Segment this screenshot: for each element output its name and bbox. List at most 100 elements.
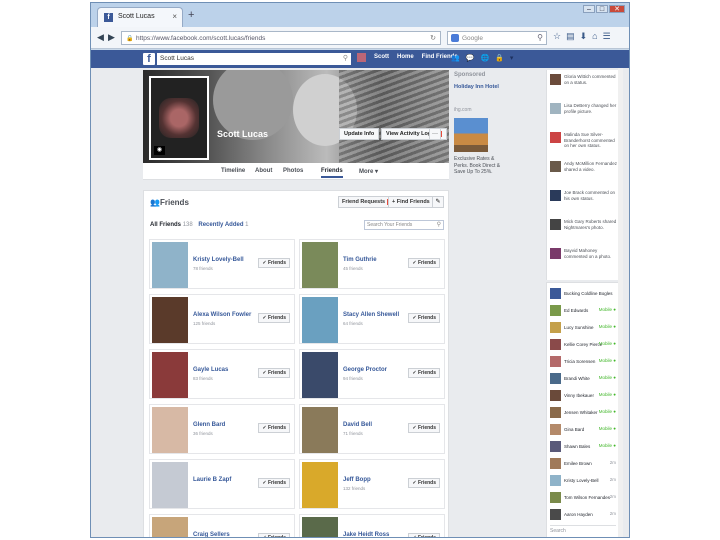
chat-contact[interactable]: Kristy Lovely-Bell 2m xyxy=(550,474,618,488)
chat-contact[interactable]: Tom Wilson Fernandes 2m xyxy=(550,491,618,505)
search-icon[interactable]: ⚲ xyxy=(437,221,441,228)
update-info-button[interactable]: Update Info xyxy=(339,128,380,140)
friends-status-button[interactable]: ✓ Friends xyxy=(408,478,440,488)
friend-name[interactable]: Gayle Lucas xyxy=(193,367,228,373)
friend-card[interactable]: Gayle Lucas 83 friends ✓ Friends xyxy=(149,349,295,399)
friend-card[interactable]: Kristy Lovely-Bell 78 friends ✓ Friends xyxy=(149,239,295,289)
tab-photos[interactable]: Photos xyxy=(283,168,303,174)
ticker-avatar[interactable] xyxy=(550,190,561,201)
find-friends-button[interactable]: + Find Friends xyxy=(388,196,434,208)
minimize-button[interactable]: – xyxy=(583,5,595,13)
friend-card[interactable]: Glenn Bard 36 friends ✓ Friends xyxy=(149,404,295,454)
ticker-item[interactable]: Malinda Sue Silver-Branderhorst commente… xyxy=(550,132,618,152)
friend-name[interactable]: David Bell xyxy=(343,422,372,428)
ad-url[interactable]: ihg.com xyxy=(454,107,472,113)
friend-photo[interactable] xyxy=(152,407,188,453)
forward-button[interactable]: ▶ xyxy=(108,32,115,43)
camera-icon[interactable]: ◉ xyxy=(154,146,165,155)
facebook-logo-icon[interactable]: f xyxy=(143,53,155,65)
tab-timeline[interactable]: Timeline xyxy=(221,168,245,174)
chat-contact[interactable]: Lucy Sunshine Mobile ● xyxy=(550,321,618,335)
nav-profile[interactable]: Scott xyxy=(374,54,389,62)
edit-icon[interactable]: ✎ xyxy=(432,196,444,208)
chat-contact[interactable]: Shawn Bales Mobile ● xyxy=(550,440,618,454)
friend-name[interactable]: Craig Sellers xyxy=(193,532,230,537)
url-bar[interactable]: 🔒 https://www.facebook.com/scott.lucas/f… xyxy=(121,31,441,45)
more-options-button[interactable]: ··· xyxy=(429,128,441,140)
browser-tab[interactable]: f Scott Lucas × xyxy=(97,7,183,27)
ticker-avatar[interactable] xyxy=(550,248,561,259)
filter-recently-added[interactable]: Recently Added 1 xyxy=(198,222,248,228)
tab-friends[interactable]: Friends xyxy=(321,168,343,178)
ticker-item[interactable]: Lisa DeBerry changed her profile picture… xyxy=(550,103,618,123)
friend-card[interactable]: Laurie B Zapf ✓ Friends xyxy=(149,459,295,509)
friends-status-button[interactable]: ✓ Friends xyxy=(408,423,440,433)
privacy-icon[interactable]: 🔒 xyxy=(495,54,504,62)
ticker-avatar[interactable] xyxy=(550,74,561,85)
nav-home[interactable]: Home xyxy=(397,54,414,62)
friend-card[interactable]: Craig Sellers47 friends✓ Friends xyxy=(149,514,295,537)
friends-status-button[interactable]: ✓ Friends xyxy=(258,258,290,268)
home-icon[interactable]: ⌂ xyxy=(592,31,597,42)
friend-card[interactable]: Alexa Wilson Fowler 125 friends ✓ Friends xyxy=(149,294,295,344)
friend-card[interactable]: Stacy Allen Shewell 64 friends ✓ Friends xyxy=(299,294,445,344)
friend-name[interactable]: Stacy Allen Shewell xyxy=(343,312,399,318)
friends-status-button[interactable]: ✓ Friends xyxy=(258,313,290,323)
close-window-button[interactable]: ✕ xyxy=(609,5,625,13)
friend-name[interactable]: Glenn Bard xyxy=(193,422,225,428)
ticker-avatar[interactable] xyxy=(550,103,561,114)
friend-name[interactable]: Kristy Lovely-Bell xyxy=(193,257,244,263)
sidebar-scrollbar[interactable] xyxy=(618,68,623,537)
back-button[interactable]: ◀ xyxy=(97,32,104,43)
notifications-icon[interactable]: 🌐 xyxy=(480,54,489,62)
ticker-avatar[interactable] xyxy=(550,132,561,143)
ticker-item[interactable]: Andy McMillion Fernandez shared a video. xyxy=(550,161,618,181)
friend-photo[interactable] xyxy=(152,462,188,508)
friend-photo[interactable] xyxy=(302,517,338,537)
ticker-item[interactable]: Joe Brack commented on his own status. xyxy=(550,190,618,210)
friends-status-button[interactable]: ✓ Friends xyxy=(258,533,290,537)
friend-name[interactable]: Jake Heidt Ross xyxy=(343,532,389,537)
friend-requests-icon[interactable]: 👥 xyxy=(451,54,460,62)
tab-close-icon[interactable]: × xyxy=(172,12,177,21)
friend-photo[interactable] xyxy=(152,517,188,537)
friend-card[interactable]: Tim Guthrie 45 friends ✓ Friends xyxy=(299,239,445,289)
friend-photo[interactable] xyxy=(152,242,188,288)
friend-card[interactable]: Jeff Bopp 132 friends ✓ Friends xyxy=(299,459,445,509)
reload-icon[interactable]: ↻ xyxy=(430,34,436,42)
tab-about[interactable]: About xyxy=(255,168,272,174)
chat-contact[interactable]: Kellie Corey Pierce Mobile ● xyxy=(550,338,618,352)
friend-card[interactable]: Jake Heidt Ross56 friends✓ Friends xyxy=(299,514,445,537)
friend-name[interactable]: Tim Guthrie xyxy=(343,257,377,263)
chat-contact[interactable]: Brandi White Mobile ● xyxy=(550,372,618,386)
friends-status-button[interactable]: ✓ Friends xyxy=(408,533,440,537)
search-icon[interactable]: ⚲ xyxy=(537,33,543,42)
ticker-item[interactable]: Mick Gary Roberts shared Nightmares's ph… xyxy=(550,219,618,239)
friends-status-button[interactable]: ✓ Friends xyxy=(408,368,440,378)
search-icon[interactable]: ⚲ xyxy=(343,54,348,62)
user-avatar[interactable] xyxy=(357,53,366,62)
friend-photo[interactable] xyxy=(152,352,188,398)
friend-photo[interactable] xyxy=(302,407,338,453)
friend-name[interactable]: Laurie B Zapf xyxy=(193,477,231,483)
bookmark-star-icon[interactable]: ☆ xyxy=(553,31,561,42)
tab-more[interactable]: More ▾ xyxy=(359,168,378,175)
chat-contact[interactable]: Vinny Ibekauer Mobile ● xyxy=(550,389,618,403)
browser-search-bar[interactable]: Google ⚲ xyxy=(447,31,547,45)
download-icon[interactable]: ⬇ xyxy=(580,31,588,42)
cover-photo[interactable]: ◉ Scott Lucas Update Info View Activity … xyxy=(143,70,449,163)
maximize-button[interactable]: □ xyxy=(596,5,608,13)
chat-contact[interactable]: Emilee Brown 2m xyxy=(550,457,618,471)
ticker-avatar[interactable] xyxy=(550,161,561,172)
new-tab-button[interactable]: + xyxy=(188,9,194,21)
bookmarks-icon[interactable]: ▤ xyxy=(566,31,575,42)
friend-name[interactable]: Jeff Bopp xyxy=(343,477,371,483)
chat-contact[interactable]: Bucking Coldline Bogles xyxy=(550,287,618,301)
facebook-search-input[interactable]: Scott Lucas ⚲ xyxy=(157,53,351,65)
friend-card[interactable]: David Bell 71 friends ✓ Friends xyxy=(299,404,445,454)
chat-contact[interactable]: Ed Edwards Mobile ● xyxy=(550,304,618,318)
friends-status-button[interactable]: ✓ Friends xyxy=(258,368,290,378)
profile-name[interactable]: Scott Lucas xyxy=(217,129,268,139)
filter-all-friends[interactable]: All Friends 138 xyxy=(150,222,193,228)
friend-photo[interactable] xyxy=(302,352,338,398)
